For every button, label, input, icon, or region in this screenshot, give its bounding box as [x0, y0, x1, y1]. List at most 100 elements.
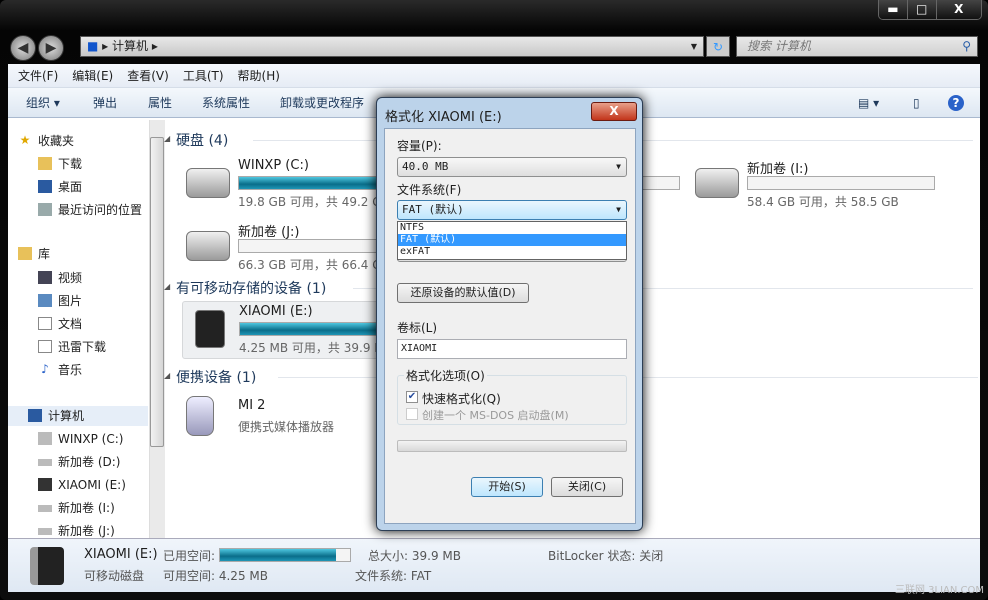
volume-label-input[interactable]: XIAOMI	[397, 339, 627, 359]
usage-bar	[747, 176, 935, 190]
format-options-label: 格式化选项(O)	[404, 367, 487, 384]
sidebar-desktop[interactable]: 桌面	[38, 177, 83, 197]
status-free: 可用空间: 4.25 MB	[163, 569, 268, 583]
recent-icon	[38, 203, 52, 216]
label: 音乐	[58, 363, 83, 377]
format-progress-bar	[397, 440, 627, 452]
sidebar-videos[interactable]: 视频	[38, 268, 82, 288]
desktop-icon	[38, 180, 52, 193]
quick-format-checkbox[interactable]: ✔	[406, 391, 418, 403]
group-removable[interactable]: 有可移动存储的设备 (1)	[164, 278, 326, 298]
sidebar-favorites[interactable]: ★ 收藏夹	[20, 131, 75, 151]
option-exfat[interactable]: exFAT	[398, 246, 626, 258]
menu-tools[interactable]: 工具(T)	[183, 64, 224, 87]
label: 下载	[58, 157, 83, 171]
computer-icon: ■	[87, 39, 99, 53]
label: 收藏夹	[38, 134, 75, 148]
computer-icon	[28, 409, 42, 422]
drive-i[interactable]: 新加卷 (I:) 58.4 GB 可用，共 58.5 GB	[695, 156, 980, 212]
preview-pane-icon[interactable]: ▯	[913, 88, 920, 118]
drive-space: 66.3 GB 可用，共 66.4 GB	[238, 258, 390, 272]
search-input[interactable]: 搜索 计算机 ⚲	[736, 36, 978, 57]
quick-format-label: 快速格式化(Q)	[422, 392, 501, 406]
group-portable[interactable]: 便携设备 (1)	[164, 367, 256, 387]
phone-drive-icon	[195, 310, 225, 348]
sidebar-libraries[interactable]: 库	[18, 244, 50, 264]
menu-edit[interactable]: 编辑(E)	[72, 64, 113, 87]
breadcrumb-computer[interactable]: 计算机	[112, 39, 148, 53]
label: 新加卷 (J:)	[58, 524, 115, 538]
search-placeholder: 搜索 计算机	[747, 39, 811, 53]
help-icon[interactable]: ?	[948, 95, 964, 111]
menu-help[interactable]: 帮助(H)	[238, 64, 280, 87]
menu-view[interactable]: 查看(V)	[127, 64, 169, 87]
close-window-button[interactable]: X	[936, 0, 981, 19]
option-ntfs[interactable]: NTFS	[398, 222, 626, 234]
status-filesystem: 文件系统: FAT	[355, 569, 432, 583]
refresh-button[interactable]: ↻	[706, 36, 730, 57]
document-icon	[38, 340, 52, 353]
search-icon: ⚲	[962, 39, 971, 53]
sidebar-downloads[interactable]: 下载	[38, 154, 83, 174]
view-options-button[interactable]: ▤ ▾	[858, 88, 879, 118]
system-properties-button[interactable]: 系统属性	[202, 88, 250, 118]
sidebar-drive-e[interactable]: XIAOMI (E:)	[38, 475, 126, 495]
option-fat[interactable]: FAT (默认)	[398, 234, 626, 246]
label: 新加卷 (I:)	[58, 501, 115, 515]
filesystem-dropdown-list: NTFS FAT (默认) exFAT	[397, 221, 627, 260]
drive-icon	[38, 505, 52, 512]
label: XIAOMI (E:)	[58, 478, 126, 492]
restore-defaults-button[interactable]: 还原设备的默认值(D)	[397, 283, 529, 303]
menu-file[interactable]: 文件(F)	[18, 64, 58, 87]
drive-icon	[695, 168, 739, 198]
minimize-button[interactable]: ▬	[879, 0, 908, 19]
sidebar-pictures[interactable]: 图片	[38, 291, 82, 311]
msdos-label: 创建一个 MS-DOS 启动盘(M)	[422, 409, 569, 422]
close-button[interactable]: 关闭(C)	[551, 477, 623, 497]
filesystem-select[interactable]: FAT (默认)	[397, 200, 627, 220]
drive-name: XIAOMI (E:)	[239, 304, 313, 319]
address-dropdown-icon[interactable]: ▼	[691, 37, 697, 56]
video-icon	[38, 271, 52, 284]
sidebar-recent[interactable]: 最近访问的位置	[38, 200, 142, 220]
phone-drive-icon	[38, 478, 52, 491]
group-hard-disks[interactable]: 硬盘 (4)	[164, 130, 228, 150]
organize-button[interactable]: 组织 ▾	[26, 88, 60, 118]
uninstall-button[interactable]: 卸载或更改程序	[280, 88, 364, 118]
library-icon	[18, 247, 32, 260]
drive-space: 19.8 GB 可用，共 49.2 GB	[238, 195, 390, 209]
eject-button[interactable]: 弹出	[93, 88, 117, 118]
sidebar-xunlei[interactable]: 迅雷下载	[38, 337, 106, 357]
label: 桌面	[58, 180, 83, 194]
sidebar-music[interactable]: ♪ 音乐	[41, 360, 83, 380]
back-button[interactable]: ◀	[10, 35, 36, 61]
forward-button[interactable]: ▶	[38, 35, 64, 61]
label: 文档	[58, 317, 83, 331]
capacity-select[interactable]: 40.0 MB	[397, 157, 627, 177]
sidebar-drive-d[interactable]: 新加卷 (D:)	[38, 452, 120, 472]
maximize-button[interactable]: □	[907, 0, 937, 19]
watermark: 三联网 3LIAN.COM	[894, 585, 984, 596]
drive-name: 新加卷 (J:)	[238, 225, 300, 240]
status-drive-type: 可移动磁盘	[84, 569, 145, 583]
status-total: 总大小: 39.9 MB	[368, 549, 461, 563]
volume-label-label: 卷标(L)	[397, 321, 438, 335]
device-name: MI 2	[238, 398, 266, 413]
sidebar-drive-c[interactable]: WINXP (C:)	[38, 429, 123, 449]
start-button[interactable]: 开始(S)	[471, 477, 543, 497]
dialog-body: 容量(P): 40.0 MB 文件系统(F) FAT (默认) NTFS FAT…	[384, 128, 636, 524]
device-type: 便携式媒体播放器	[238, 420, 335, 434]
sidebar-documents[interactable]: 文档	[38, 314, 83, 334]
picture-icon	[38, 294, 52, 307]
properties-button[interactable]: 属性	[148, 88, 172, 118]
address-bar[interactable]: ■ ▸ 计算机 ▸ ▼	[80, 36, 704, 57]
drive-space: 58.4 GB 可用，共 58.5 GB	[747, 195, 899, 209]
drive-icon	[38, 528, 52, 535]
sidebar-computer[interactable]: 计算机	[8, 406, 148, 426]
sidebar-scroll-thumb[interactable]	[150, 137, 164, 447]
details-pane: XIAOMI (E:) 已用空间: 总大小: 39.9 MB BitLocker…	[8, 538, 980, 592]
windows-drive-icon	[38, 432, 52, 445]
sidebar-drive-i[interactable]: 新加卷 (I:)	[38, 498, 115, 518]
dialog-close-button[interactable]: X	[591, 102, 637, 121]
drive-name: WINXP (C:)	[238, 158, 309, 173]
